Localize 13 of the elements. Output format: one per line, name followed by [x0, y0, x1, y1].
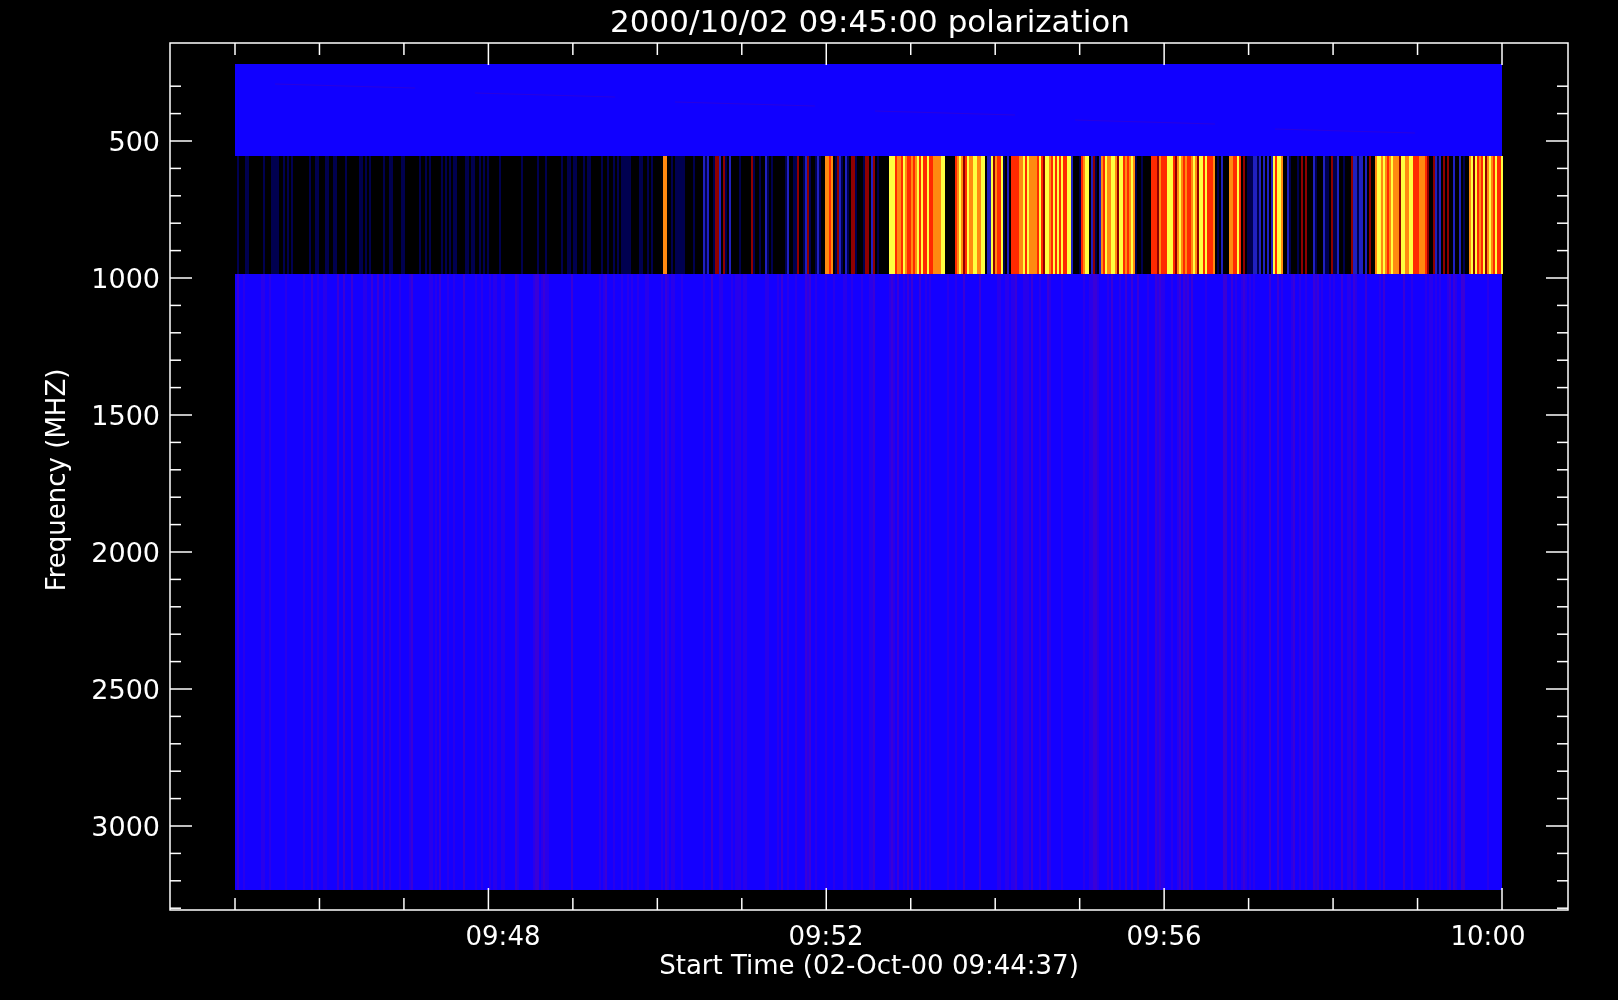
x-tick-label: 09:52 — [788, 921, 864, 951]
x-tick-label: 09:48 — [465, 921, 541, 951]
plot-title: 2000/10/02 09:45:00 polarization — [610, 3, 1130, 39]
x-tick-label: 09:56 — [1126, 921, 1202, 951]
y-axis-title: Frequency (MHZ) — [41, 368, 71, 592]
y-tick-label: 3000 — [91, 811, 160, 842]
y-tick-label: 2000 — [91, 537, 160, 568]
y-tick-label: 2500 — [91, 674, 160, 705]
y-tick-label: 1000 — [91, 263, 160, 294]
y-tick-label: 1500 — [91, 400, 160, 431]
x-tick-label: 10:00 — [1450, 921, 1526, 951]
y-tick-label: 500 — [108, 126, 160, 157]
x-axis-title: Start Time (02-Oct-00 09:44:37) — [659, 950, 1079, 980]
